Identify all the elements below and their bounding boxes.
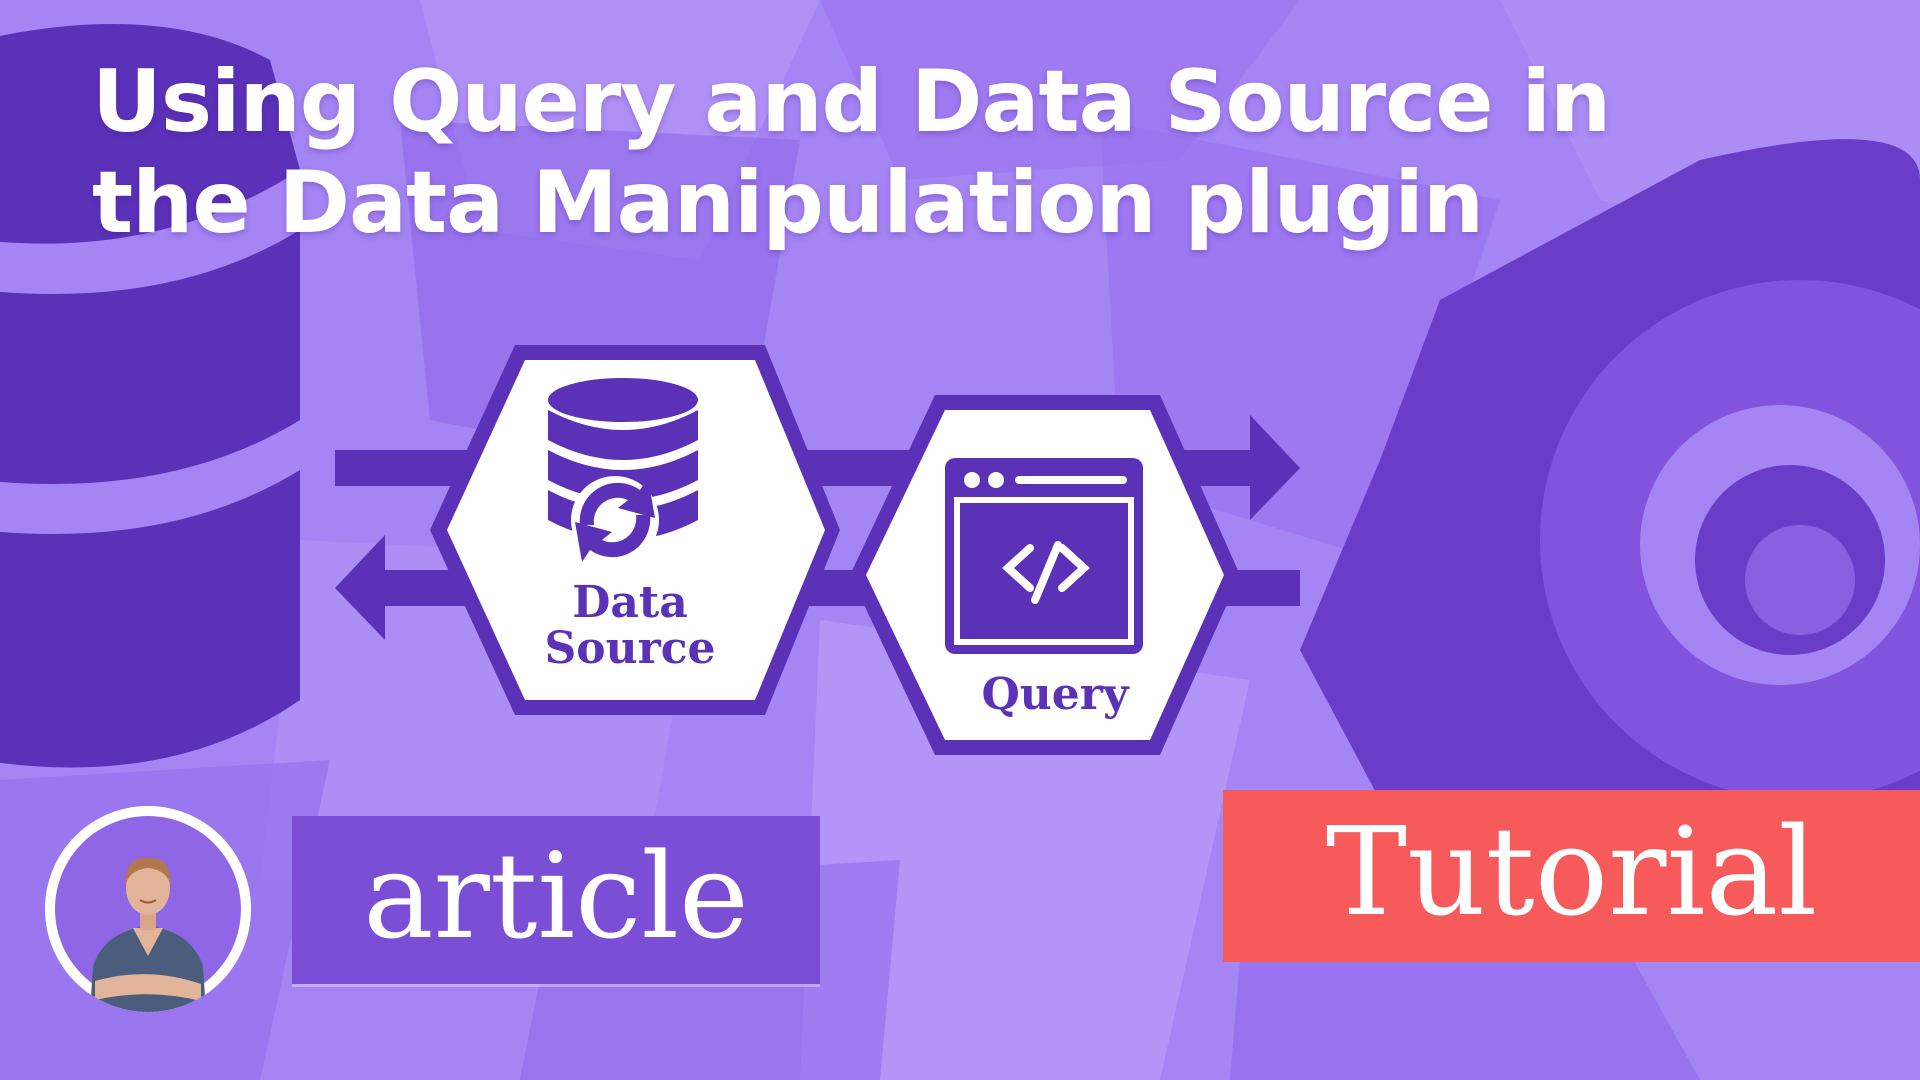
person-photo-icon — [45, 806, 251, 1012]
article-badge-label: article — [363, 827, 749, 965]
code-window-icon — [945, 458, 1143, 654]
article-badge: article — [292, 816, 820, 984]
tutorial-badge-label: Tutorial — [1325, 801, 1818, 943]
query-label: Query — [981, 669, 1129, 720]
data-source-label-line-1: Data — [572, 577, 688, 628]
data-source-label: Data Source — [500, 577, 760, 675]
tutorial-badge: Tutorial — [1223, 790, 1920, 962]
data-source-label-line-2: Source — [544, 623, 716, 675]
author-avatar — [45, 806, 251, 1012]
